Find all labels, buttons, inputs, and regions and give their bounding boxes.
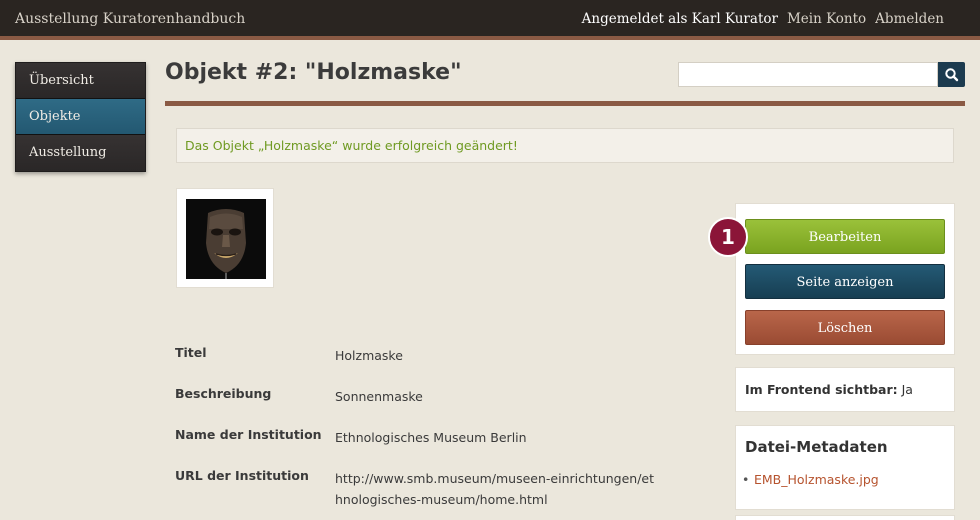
site-title[interactable]: Ausstellung Kuratorenhandbuch (15, 11, 245, 27)
actions-panel: Bearbeiten Seite anzeigen Löschen (735, 203, 955, 355)
detail-value: Holzmaske (335, 348, 403, 363)
search-button[interactable] (938, 62, 965, 87)
top-bar: Ausstellung Kuratorenhandbuch Angemeldet… (0, 0, 980, 40)
nav-item-exhibition[interactable]: Ausstellung (16, 135, 145, 171)
my-account-link[interactable]: Mein Konto (787, 11, 866, 27)
title-divider (165, 101, 965, 106)
step-badge: 1 (708, 217, 748, 257)
detail-value: Ethnologisches Museum Berlin (335, 430, 527, 445)
user-menu: Angemeldet als Karl Kurator Mein Konto A… (582, 11, 944, 27)
page-title: Objekt #2: "Holzmaske" (165, 60, 462, 85)
logged-in-user: Angemeldet als Karl Kurator (581, 11, 778, 27)
detail-key: Titel (175, 345, 207, 360)
logout-link[interactable]: Abmelden (875, 11, 944, 27)
detail-value: http://www.smb.museum/museen-einrichtung… (335, 471, 655, 507)
delete-button[interactable]: Löschen (745, 310, 945, 345)
file-metadata-panel: Datei-Metadaten EMB_Holzmaske.jpg (735, 425, 955, 510)
visibility-label: Im Frontend sichtbar: (745, 382, 898, 397)
object-details: Titel Holzmaske Beschreibung Sonnenmaske… (175, 345, 695, 509)
detail-value: Sonnenmaske (335, 389, 423, 404)
detail-key: Name der Institution (175, 427, 322, 442)
nav-item-objects[interactable]: Objekte (16, 99, 145, 135)
next-panel (735, 515, 955, 520)
visibility-panel: Im Frontend sichtbar: Ja (735, 367, 955, 412)
visibility-value: Ja (901, 382, 913, 397)
mask-image (186, 199, 266, 279)
success-message: Das Objekt „Holzmaske“ wurde erfolgreich… (176, 128, 954, 163)
file-metadata-heading: Datei-Metadaten (745, 438, 888, 456)
detail-key: URL der Institution (175, 468, 309, 483)
detail-row-institution-url: URL der Institution http://www.smb.museu… (175, 468, 695, 509)
detail-row-title: Titel Holzmaske (175, 345, 695, 386)
detail-key: Beschreibung (175, 386, 272, 401)
edit-button[interactable]: Bearbeiten (745, 219, 945, 254)
side-navigation: Übersicht Objekte Ausstellung (15, 62, 146, 172)
search-icon (945, 68, 959, 82)
object-thumbnail[interactable] (176, 188, 274, 288)
file-link[interactable]: EMB_Holzmaske.jpg (742, 472, 879, 487)
nav-item-overview[interactable]: Übersicht (16, 63, 145, 99)
detail-row-description: Beschreibung Sonnenmaske (175, 386, 695, 427)
detail-row-institution: Name der Institution Ethnologisches Muse… (175, 427, 695, 468)
search-input[interactable] (678, 62, 938, 87)
view-page-button[interactable]: Seite anzeigen (745, 264, 945, 299)
